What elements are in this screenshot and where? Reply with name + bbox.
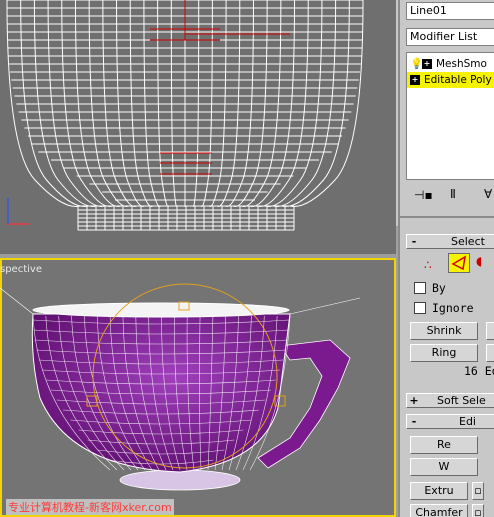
pin-stack-icon[interactable]: ⊣▪ — [414, 188, 433, 202]
perspective-label[interactable]: spective — [0, 264, 42, 275]
front-wireframe — [6, 0, 364, 231]
rollout-title: Soft Sele — [437, 394, 486, 407]
ignore-backfacing-checkbox[interactable] — [414, 302, 426, 314]
ignore-backfacing-label: Ignore — [432, 301, 474, 315]
axis-tripod — [7, 198, 30, 225]
stack-item-editable-poly[interactable]: + Editable Poly — [407, 72, 494, 88]
stack-item-label: MeshSmo — [436, 58, 487, 70]
watermark-text: 专业计算机教程-新客网xker.com — [6, 499, 174, 515]
expand-icon: + — [409, 394, 419, 407]
expand-icon[interactable]: + — [422, 59, 432, 69]
command-panel: Line01 Modifier List 💡+ MeshSmo + Editable… — [398, 0, 494, 517]
perspective-viewport[interactable]: spective 专业计算机教程-新客网xker.com — [0, 258, 396, 517]
by-vertex-checkbox[interactable] — [414, 282, 426, 294]
bulb-icon[interactable]: 💡 — [410, 56, 423, 72]
border-mode-icon[interactable]: ◖ — [476, 254, 482, 268]
object-name-field[interactable]: Line01 — [406, 2, 494, 20]
collapse-icon: - — [411, 415, 417, 428]
shrink-button[interactable]: Shrink — [410, 322, 478, 340]
by-vertex-label: By — [432, 281, 446, 295]
ring-button[interactable]: Ring — [410, 344, 478, 362]
chamfer-button[interactable]: Chamfer — [410, 504, 468, 517]
modifier-list-dropdown[interactable]: Modifier List — [406, 28, 494, 46]
front-viewport[interactable] — [0, 0, 396, 254]
cup-mesh — [0, 283, 361, 491]
modifier-stack[interactable]: 💡+ MeshSmo + Editable Poly — [406, 52, 494, 180]
edge-icon — [451, 255, 467, 271]
vertex-mode-icon[interactable]: ∴ — [424, 258, 432, 272]
show-end-result-icon[interactable]: Ⅱ — [450, 187, 456, 201]
extrude-settings-button[interactable]: ▫ — [472, 482, 484, 500]
selection-rollout-header[interactable]: - Select — [406, 234, 494, 249]
make-unique-icon[interactable]: ∀ — [484, 187, 492, 201]
stack-item-meshsmooth[interactable]: 💡+ MeshSmo — [407, 56, 494, 72]
loop-button[interactable] — [486, 344, 494, 362]
edge-mode-button[interactable] — [448, 253, 470, 273]
stack-item-label: Editable Poly — [424, 74, 492, 86]
edit-edges-rollout-header[interactable]: - Edi — [406, 414, 494, 429]
rollout-title: Edi — [459, 415, 476, 428]
remove-button[interactable]: Re — [410, 436, 478, 454]
extrude-button[interactable]: Extru — [410, 482, 468, 500]
soft-selection-rollout-header[interactable]: + Soft Sele — [406, 393, 494, 408]
rollout-title: Select — [451, 235, 485, 248]
weld-button[interactable]: W — [410, 458, 478, 476]
collapse-icon: - — [411, 235, 417, 248]
chamfer-settings-button[interactable]: ▫ — [472, 504, 484, 517]
grow-button[interactable] — [486, 322, 494, 340]
panel-separator — [400, 216, 494, 218]
expand-icon[interactable]: + — [410, 75, 420, 85]
selection-count: 16 Edg — [464, 364, 494, 378]
